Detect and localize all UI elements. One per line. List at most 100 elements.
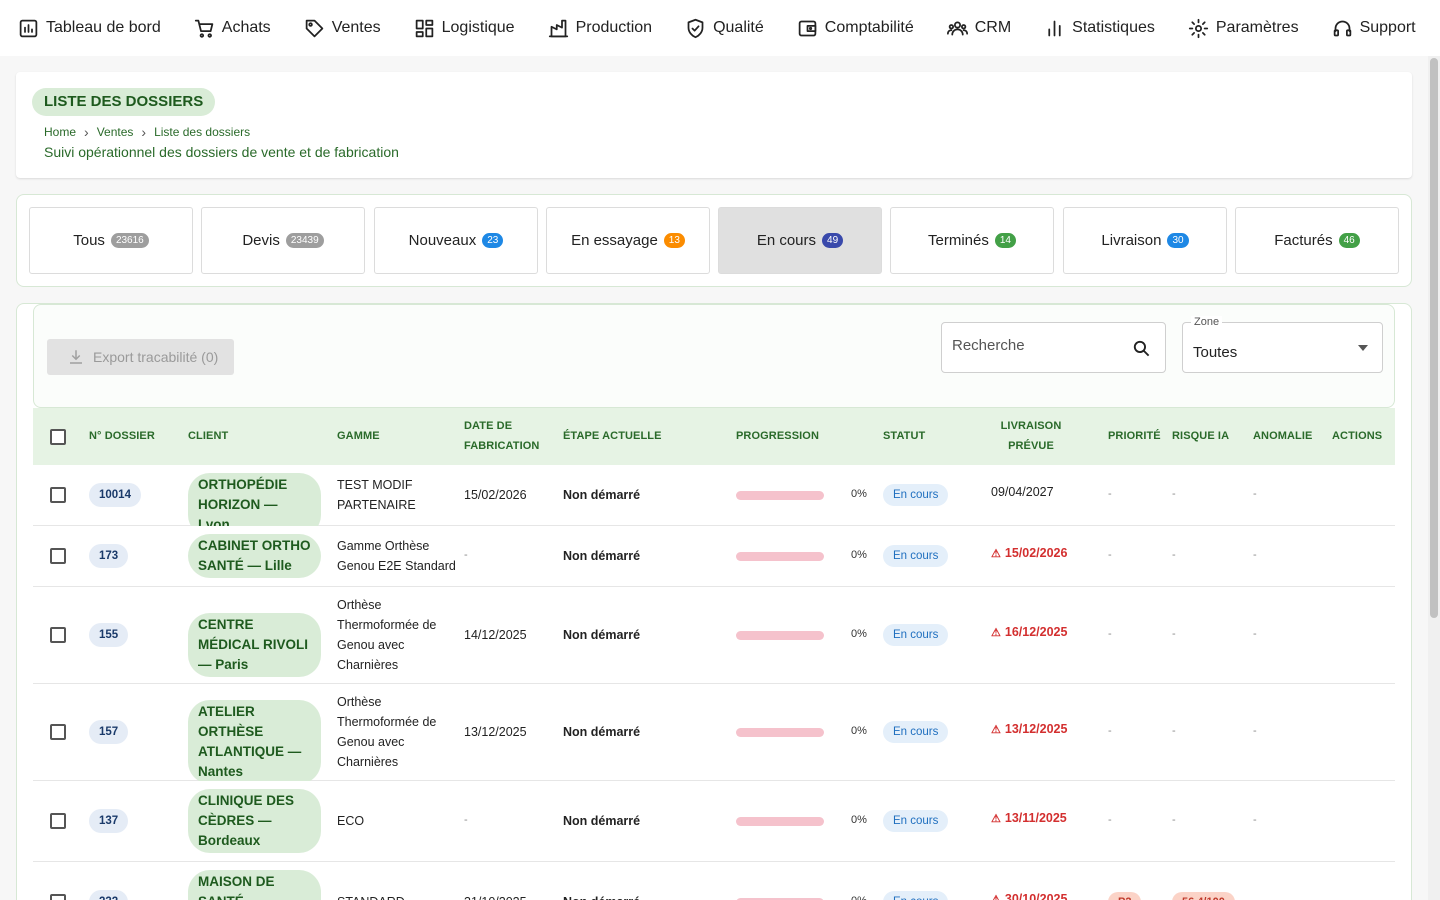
nav-label: Production: [575, 19, 653, 36]
warning-icon: ⚠: [991, 894, 1001, 900]
select-all-checkbox[interactable]: [50, 429, 66, 445]
client-chip[interactable]: CLINIQUE DES CÈDRES — Bordeaux: [188, 789, 321, 853]
client-chip[interactable]: MAISON DE SANTÉ VALMONT: [188, 870, 321, 900]
table-row[interactable]: 173 CABINET ORTHO SANTÉ — Lille Gamme Or…: [33, 526, 1395, 587]
anomaly-cell: -: [1253, 488, 1257, 500]
priority-cell: -: [1108, 725, 1112, 737]
breadcrumb-home[interactable]: Home: [44, 125, 76, 139]
search-icon[interactable]: [1132, 339, 1151, 358]
tab-devis[interactable]: Devis 23439: [201, 207, 365, 274]
col-dossier[interactable]: N° DOSSIER: [89, 426, 155, 446]
breadcrumb-ventes[interactable]: Ventes: [97, 125, 134, 139]
table-row[interactable]: 137 CLINIQUE DES CÈDRES — Bordeaux ECO -…: [33, 781, 1395, 862]
tab-en-cours[interactable]: En cours 49: [718, 207, 882, 274]
nav-item-achats[interactable]: Achats: [194, 18, 271, 39]
progress-percent: 0%: [851, 725, 867, 737]
col-date-fabrication[interactable]: DATE DE FABRICATION: [464, 416, 544, 456]
nav-item-statistiques[interactable]: Statistiques: [1044, 18, 1155, 39]
tab-tous[interactable]: Tous 23616: [29, 207, 193, 274]
col-gamme[interactable]: GAMME: [337, 426, 380, 446]
dossiers-panel: Export tracabilité (0) Zone Toutes N° DO…: [16, 303, 1412, 900]
chevron-right-icon: ›: [141, 124, 147, 140]
tab-en-essayage[interactable]: En essayage 13: [546, 207, 710, 274]
scrollbar-thumb[interactable]: [1430, 58, 1438, 618]
tab-livraison[interactable]: Livraison 30: [1063, 207, 1227, 274]
dossier-number[interactable]: 155: [89, 623, 129, 647]
status-badge: En cours: [883, 810, 949, 832]
top-navigation: Tableau de bord Achats Ventes Logistique…: [0, 0, 1440, 56]
col-statut[interactable]: STATUT: [883, 426, 925, 446]
table-row[interactable]: 155 CENTRE MÉDICAL RIVOLI — Paris Orthès…: [33, 587, 1395, 684]
gamme-cell: STANDARD: [337, 892, 405, 900]
col-livraison[interactable]: LIVRAISON PRÉVUE: [991, 416, 1071, 456]
chevron-right-icon: ›: [84, 124, 89, 140]
dossier-number[interactable]: 232: [89, 890, 129, 900]
warning-icon: ⚠: [991, 627, 1001, 639]
dossier-number[interactable]: 137: [89, 809, 129, 833]
tab-count-badge: 23616: [110, 233, 149, 248]
tab-count-badge: 23: [482, 233, 504, 248]
warning-icon: ⚠: [991, 548, 1001, 560]
nav-item-tableau-de-bord[interactable]: Tableau de bord: [18, 18, 161, 39]
table-header: N° DOSSIER CLIENT GAMME DATE DE FABRICAT…: [33, 408, 1395, 465]
col-priorite[interactable]: PRIORITÉ: [1108, 426, 1161, 446]
col-risque[interactable]: RISQUE IA: [1172, 426, 1229, 446]
col-progression[interactable]: PROGRESSION: [736, 426, 819, 446]
row-checkbox[interactable]: [50, 813, 66, 829]
nav-item-crm[interactable]: CRM: [946, 18, 1012, 39]
breadcrumb-current: Liste des dossiers: [154, 125, 251, 139]
table-row[interactable]: 232 MAISON DE SANTÉ VALMONT STANDARD 31/…: [33, 862, 1395, 900]
col-etape[interactable]: ÉTAPE ACTUELLE: [563, 426, 662, 446]
tab-factures[interactable]: Facturés 46: [1235, 207, 1399, 274]
client-chip[interactable]: ATELIER ORTHÈSE ATLANTIQUE — Nantes: [188, 700, 321, 784]
export-tracabilite-button[interactable]: Export tracabilité (0): [47, 339, 234, 375]
zone-select[interactable]: Zone Toutes: [1182, 316, 1383, 373]
nav-item-ventes[interactable]: Ventes: [304, 18, 381, 39]
nav-item-production[interactable]: Production: [548, 18, 653, 39]
table-row[interactable]: 157 ATELIER ORTHÈSE ATLANTIQUE — Nantes …: [33, 684, 1395, 784]
headset-icon: [1333, 20, 1351, 36]
col-client[interactable]: CLIENT: [188, 426, 228, 446]
dossier-number[interactable]: 157: [89, 720, 129, 744]
col-actions: ACTIONS: [1332, 430, 1383, 442]
delivery-date-text: 30/10/2025: [1004, 892, 1068, 900]
progress-percent: 0%: [851, 488, 867, 500]
nav-label: CRM: [974, 19, 1012, 36]
dossier-number[interactable]: 173: [89, 544, 129, 568]
row-checkbox[interactable]: [50, 724, 66, 740]
date-fabrication-cell: 31/10/2025: [464, 892, 527, 900]
col-anomalie[interactable]: ANOMALIE: [1253, 426, 1312, 446]
nav-label: Support: [1359, 19, 1416, 36]
nav-item-qualite[interactable]: Qualité: [685, 18, 764, 39]
row-checkbox[interactable]: [50, 548, 66, 564]
page-subtitle: Suivi opérationnel des dossiers de vente…: [44, 144, 399, 160]
row-checkbox[interactable]: [50, 627, 66, 643]
dossier-number[interactable]: 10014: [89, 483, 141, 507]
row-checkbox[interactable]: [50, 487, 66, 503]
delivery-date: ⚠ 30/10/2025: [991, 892, 1067, 900]
nav-item-logistique[interactable]: Logistique: [414, 18, 515, 39]
nav-item-parametres[interactable]: Paramètres: [1188, 18, 1299, 39]
table-row[interactable]: 10014 ORTHOPÉDIE HORIZON — Lyon TEST MOD…: [33, 465, 1395, 537]
search-field[interactable]: [941, 322, 1166, 373]
gamme-cell: ECO: [337, 814, 365, 828]
risk-cell: -: [1172, 488, 1176, 500]
status-badge: En cours: [883, 484, 949, 506]
zone-value: Toutes: [1193, 344, 1238, 361]
nav-item-support[interactable]: Support: [1332, 18, 1416, 39]
grid-icon: [415, 19, 433, 37]
tab-nouveaux[interactable]: Nouveaux 23: [374, 207, 538, 274]
client-chip[interactable]: CENTRE MÉDICAL RIVOLI — Paris: [188, 613, 321, 677]
page-scrollbar[interactable]: [1428, 56, 1440, 900]
tab-label: Nouveaux: [408, 232, 477, 249]
delivery-date: ⚠ 16/12/2025: [991, 625, 1067, 639]
nav-label: Ventes: [331, 19, 381, 36]
row-checkbox[interactable]: [50, 894, 66, 900]
delivery-date-text: 13/11/2025: [1004, 811, 1067, 825]
nav-item-comptabilite[interactable]: Comptabilité: [797, 18, 914, 39]
warning-icon: ⚠: [991, 724, 1001, 736]
client-chip[interactable]: CABINET ORTHO SANTÉ — Lille: [188, 534, 321, 578]
risk-cell: -: [1172, 549, 1176, 561]
search-input[interactable]: [952, 337, 1122, 354]
tab-termines[interactable]: Terminés 14: [890, 207, 1054, 274]
